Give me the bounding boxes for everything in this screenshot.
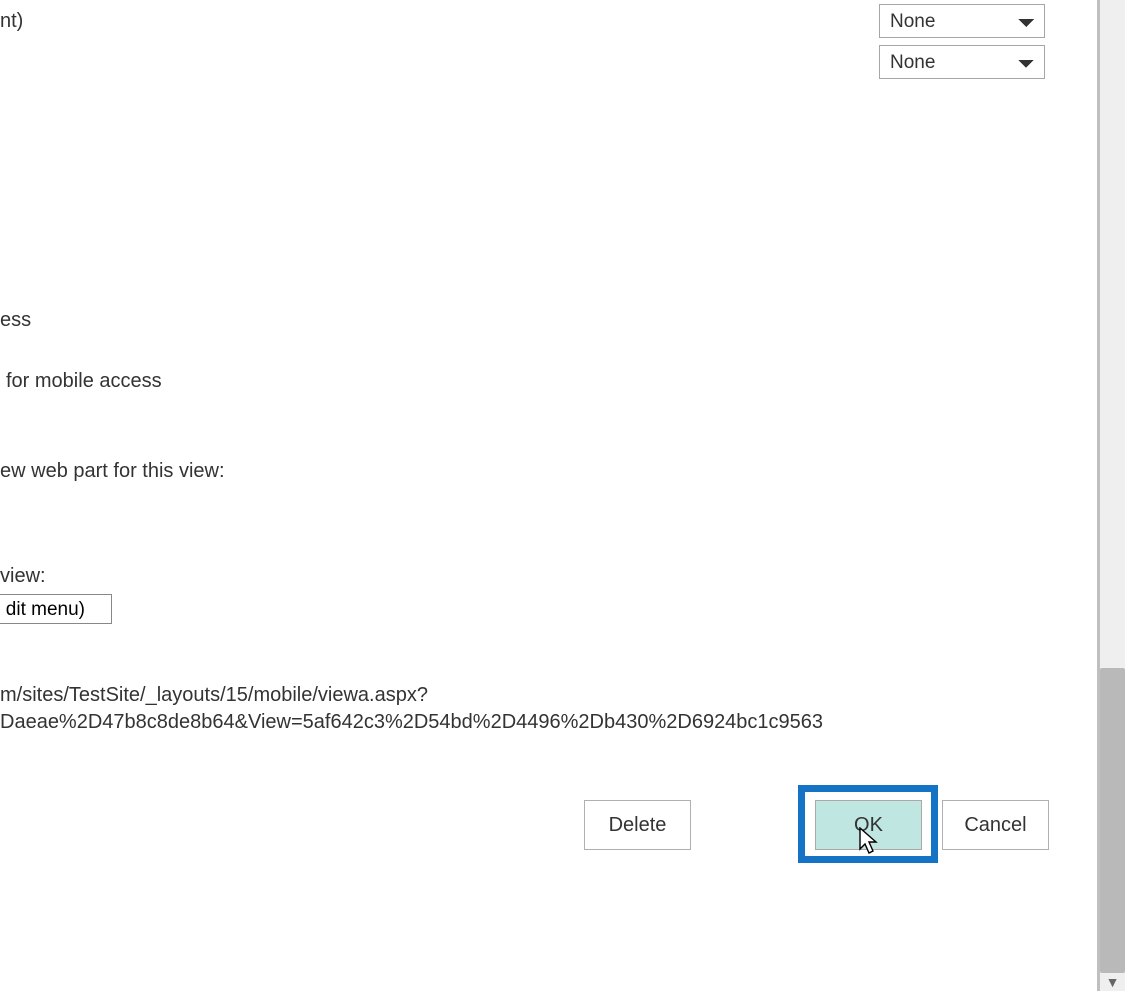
text-web-part: ew web part for this view: (0, 460, 225, 483)
cancel-button[interactable]: Cancel (942, 800, 1049, 850)
scrollbar-down-arrow-icon[interactable]: ▼ (1100, 973, 1125, 991)
text-fragment-nt: nt) (0, 10, 23, 33)
vertical-scrollbar-thumb[interactable] (1100, 668, 1125, 973)
ok-button[interactable]: OK (815, 800, 922, 850)
text-view-label: view: (0, 565, 46, 588)
text-mobile-access: for mobile access (6, 370, 162, 393)
text-fragment-ess: ess (0, 309, 31, 332)
sort-select-1[interactable]: None (879, 4, 1045, 38)
mobile-url-line2: Daeae%2D47b8c8de8b64&View=5af642c3%2D54b… (0, 711, 823, 734)
delete-button[interactable]: Delete (584, 800, 691, 850)
sort-select-2[interactable]: None (879, 45, 1045, 79)
mobile-view-select[interactable]: dit menu) (0, 594, 112, 624)
mobile-url-line1: m/sites/TestSite/_layouts/15/mobile/view… (0, 684, 428, 707)
settings-page-viewport: None None nt) ess for mobile access ew w… (0, 0, 1097, 991)
